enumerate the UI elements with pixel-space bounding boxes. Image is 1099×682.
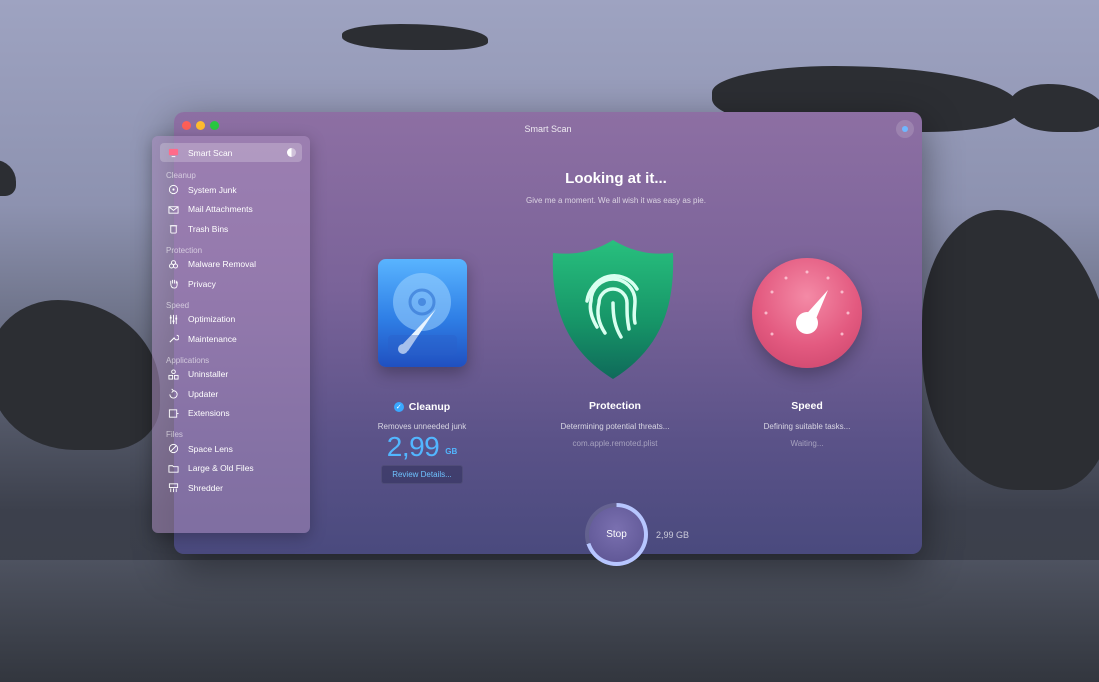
cleanup-size: 2,99 GB [337,431,507,463]
sidebar-item-label: Space Lens [188,443,233,454]
sidebar-item-updater[interactable]: Updater [160,384,302,404]
cleanup-size-value: 2,99 [386,431,440,462]
speed-status: Waiting... [790,439,824,448]
speed-description: Defining suitable tasks... [763,422,851,431]
biohazard-icon [167,258,179,270]
sidebar-item-label: Malware Removal [188,259,257,270]
background-rock [0,300,160,450]
sidebar-section-protection: Protection [166,245,203,255]
fingerprint-shield-icon [549,237,677,382]
sidebar-item-smart-scan[interactable]: Smart Scan [160,143,302,162]
sidebar-item-label: Extensions [188,408,230,419]
sliders-icon [167,313,179,325]
pie-progress-icon [287,148,296,157]
sidebar-item-large-old-files[interactable]: Large & Old Files [160,459,302,479]
sidebar-item-label: Optimization [188,314,236,325]
protection-description: Determining potential threats... [560,422,670,431]
sidebar-item-malware-removal[interactable]: Malware Removal [160,255,302,275]
background-rock [342,24,488,50]
sidebar-item-label: Uninstaller [188,369,229,380]
sidebar-item-label: Updater [188,388,219,399]
sidebar-item-label: System Junk [188,184,237,195]
sidebar-item-label: Privacy [188,278,216,289]
title-bar[interactable]: Smart Scan [174,112,922,138]
sidebar-item-label: Mail Attachments [188,204,253,215]
sidebar-item-label: Trash Bins [188,223,229,234]
protection-module: Protection Determining potential threats… [530,396,700,448]
total-size-label: 2,99 GB [656,530,690,540]
sidebar-item-optimization[interactable]: Optimization [160,310,302,330]
apps-icon [167,368,179,380]
cleanup-title-text: Cleanup [408,401,451,413]
sidebar-item-trash-bins[interactable]: Trash Bins [160,219,302,239]
sidebar-item-uninstaller[interactable]: Uninstaller [160,365,302,385]
sidebar-item-label: Maintenance [188,333,237,344]
sidebar-item-space-lens[interactable]: Space Lens [160,439,302,459]
sidebar: Smart Scan Cleanup System Junk Mail Atta… [152,136,310,533]
update-icon [167,388,179,400]
sidebar-section-cleanup: Cleanup [166,171,196,180]
sidebar-item-label: Large & Old Files [188,463,254,474]
background-rock [0,160,16,196]
sidebar-item-maintenance[interactable]: Maintenance [160,329,302,349]
stop-button[interactable]: Stop [589,507,644,562]
sidebar-item-system-junk[interactable]: System Junk [160,180,302,200]
wrench-icon [167,333,179,345]
sidebar-item-label: Shredder [188,482,223,493]
background-rock [922,210,1099,490]
checkmark-icon: ✓ [393,402,404,412]
scan-subline: Give me a moment. We all wish it was eas… [526,196,706,205]
cleanup-size-unit: GB [445,447,458,457]
protection-current-file: com.apple.remoted.plist [572,439,658,448]
cleanup-title: ✓ Cleanup [393,401,451,413]
cleanup-module: ✓ Cleanup Removes unneeded junk 2,99 GB R… [337,396,507,484]
lens-icon [167,443,179,455]
sidebar-item-mail-attachments[interactable]: Mail Attachments [160,200,302,220]
sidebar-section-speed: Speed [166,300,190,310]
review-details-button[interactable]: Review Details... [381,465,463,484]
sidebar-item-shredder[interactable]: Shredder [160,478,302,498]
trash-icon [167,223,179,235]
shredder-icon [167,482,179,494]
sidebar-item-extensions[interactable]: Extensions [160,404,302,424]
background-water [0,560,1099,682]
sidebar-item-privacy[interactable]: Privacy [160,274,302,294]
assistant-button[interactable] [896,120,914,138]
mail-icon [167,203,179,215]
hard-drive-icon [378,259,467,367]
hand-icon [167,278,179,290]
speed-module: Speed Defining suitable tasks... Waiting… [722,396,892,448]
sidebar-section-applications: Applications [166,355,210,365]
speed-title: Speed [791,400,823,412]
monitor-icon [167,147,179,159]
scan-progress-ring: Stop [585,503,648,566]
protection-title: Protection [589,400,641,412]
scan-headline: Looking at it... [565,170,667,187]
sidebar-section-files: Files [166,430,183,439]
extension-icon [167,407,179,419]
sidebar-item-label: Smart Scan [188,147,233,158]
cleanup-description: Removes unneeded junk [377,422,467,431]
disk-icon [167,184,179,196]
folder-icon [167,462,179,474]
window-title: Smart Scan [524,124,572,134]
background-rock [1010,84,1099,132]
speed-gauge-icon [752,258,862,368]
